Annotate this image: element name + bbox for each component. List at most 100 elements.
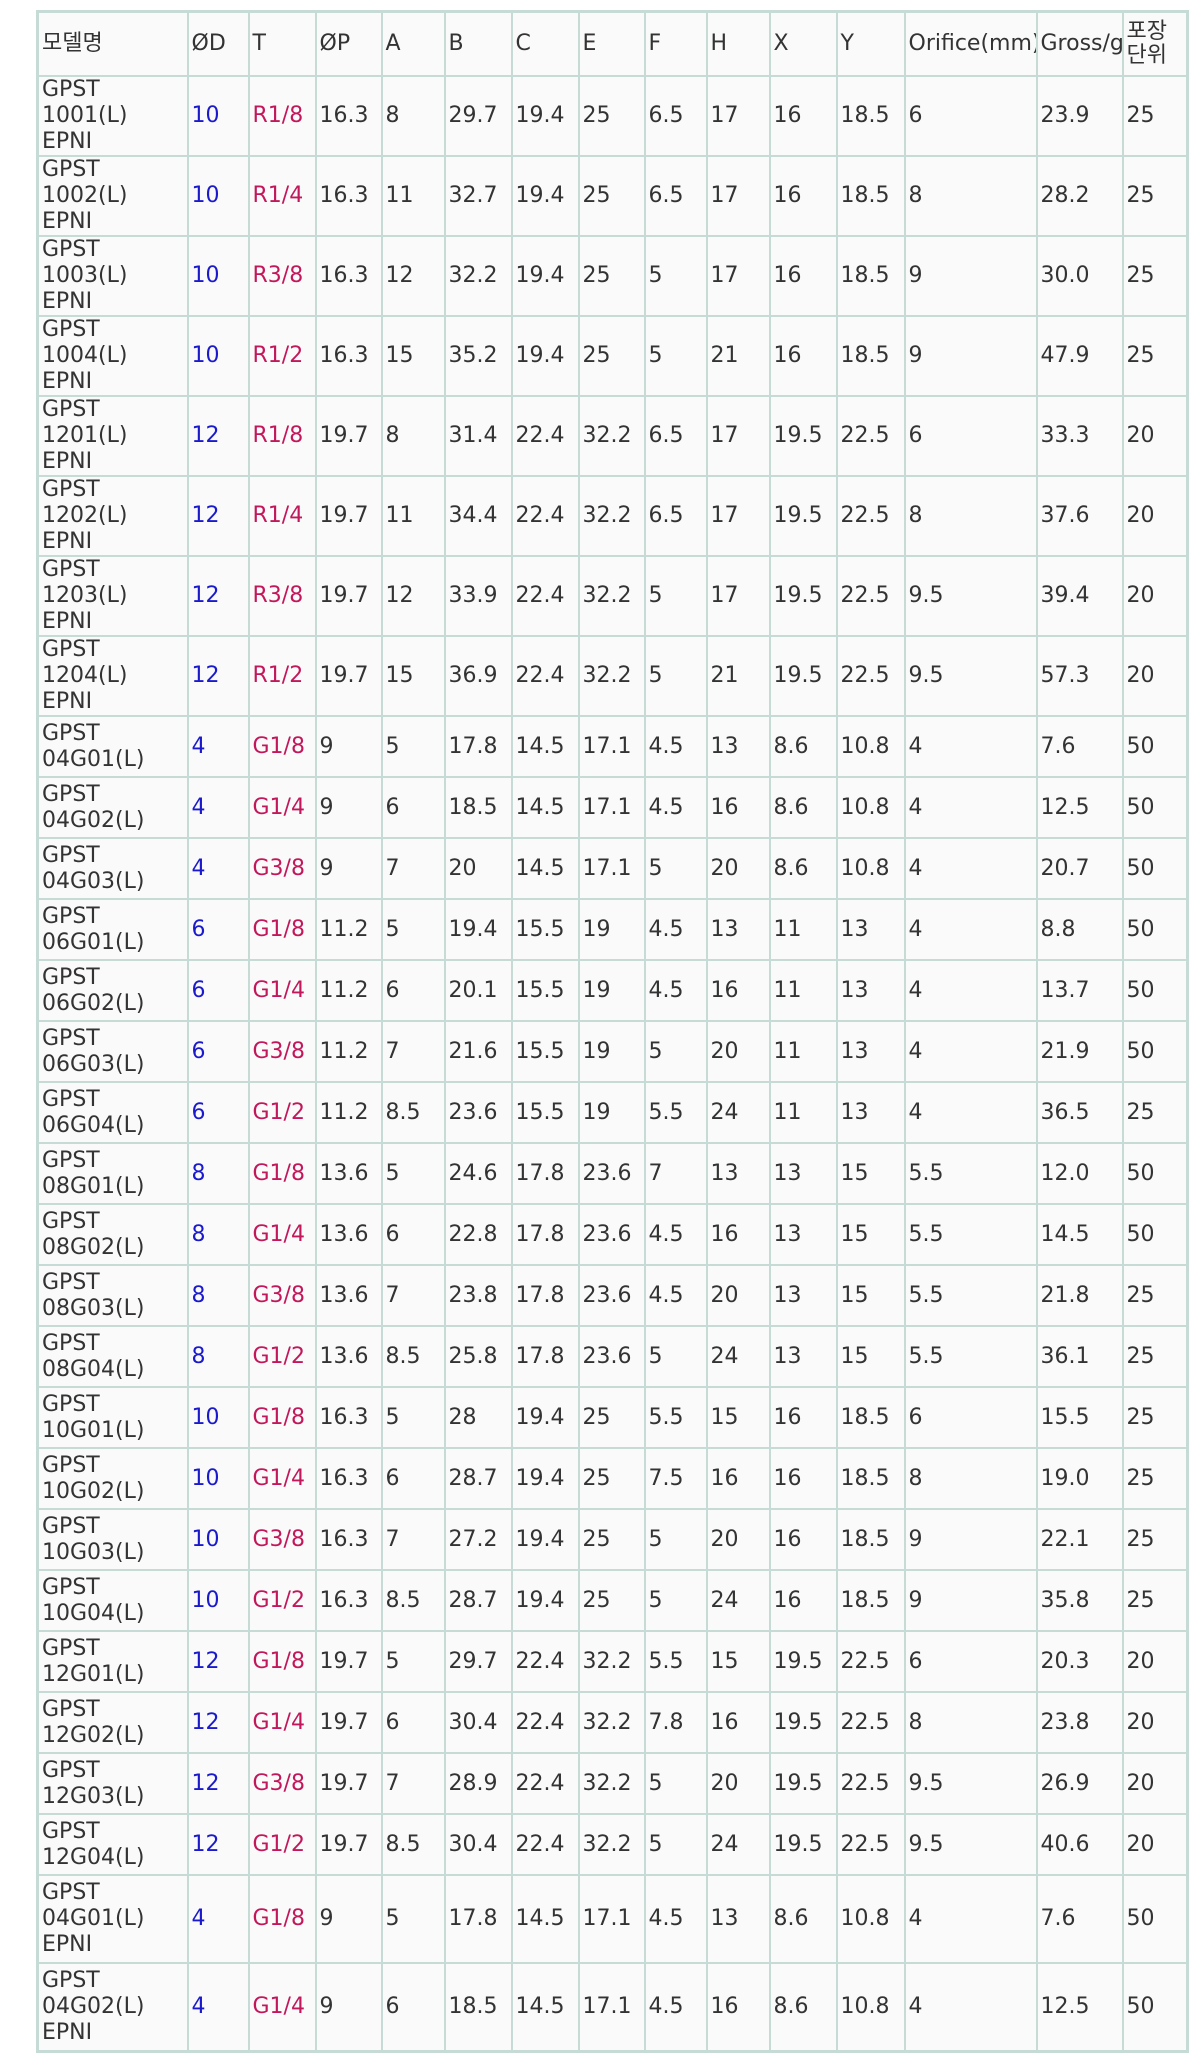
cell-od: 8	[186, 1142, 250, 1205]
cell-a: 6	[380, 959, 446, 1022]
cell-od: 12	[186, 1813, 250, 1876]
cell-y: 22.5	[835, 1630, 906, 1693]
cell-orifice: 5.5	[903, 1203, 1038, 1266]
table-row: GPST 06G03(L) 6 G3/8 11.2 7 21.6 15.5 19 5 20 11 13…	[36, 1020, 1189, 1083]
cell-x: 16	[768, 1569, 838, 1632]
cell-thread: G1/4	[247, 776, 317, 839]
cell-f: 4.5	[643, 1203, 708, 1266]
cell-y: 18.5	[835, 1508, 906, 1571]
table-row: GPST 04G01(L) 4 G1/8 9 5 17.8 14.5 17.1 4.5 13 8.6…	[36, 715, 1189, 778]
cell-orifice: 8	[903, 1691, 1038, 1754]
cell-thread: G1/8	[247, 1142, 317, 1205]
cell-op: 9	[314, 715, 383, 778]
cell-gross: 22.1	[1035, 1508, 1124, 1571]
table-row: GPST 12G02(L) 12 G1/4 19.7 6 30.4 22.4 32.2 7.8 1…	[36, 1691, 1189, 1754]
cell-e: 25	[577, 315, 646, 397]
cell-thread: G1/4	[247, 1691, 317, 1754]
cell-e: 19	[577, 1020, 646, 1083]
cell-e: 25	[577, 1447, 646, 1510]
cell-model: GPST 1204(L) EPNI	[36, 635, 189, 717]
cell-thread: G3/8	[247, 1020, 317, 1083]
cell-y: 18.5	[835, 235, 906, 317]
cell-gross: 14.5	[1035, 1203, 1124, 1266]
cell-model: GPST 08G03(L)	[36, 1264, 189, 1327]
cell-thread: G1/8	[247, 1874, 317, 1964]
cell-gross: 12.0	[1035, 1142, 1124, 1205]
cell-od: 8	[186, 1264, 250, 1327]
cell-y: 15	[835, 1325, 906, 1388]
cell-a: 5	[380, 715, 446, 778]
cell-thread: G1/4	[247, 959, 317, 1022]
cell-f: 5	[643, 1752, 708, 1815]
cell-a: 6	[380, 1962, 446, 2052]
cell-orifice: 9.5	[903, 1752, 1038, 1815]
cell-gross: 20.3	[1035, 1630, 1124, 1693]
cell-h: 17	[705, 475, 771, 557]
cell-x: 16	[768, 1447, 838, 1510]
cell-op: 13.6	[314, 1325, 383, 1388]
cell-op: 11.2	[314, 898, 383, 961]
cell-thread: G1/8	[247, 1386, 317, 1449]
cell-orifice: 9.5	[903, 1813, 1038, 1876]
cell-h: 13	[705, 715, 771, 778]
cell-op: 16.3	[314, 315, 383, 397]
header-row: 모델명 ØD T ØP A B C E F H X Y Orifice(mm) Gross/g 포장단위	[36, 10, 1189, 77]
cell-f: 4.5	[643, 776, 708, 839]
cell-gross: 33.3	[1035, 395, 1124, 477]
cell-b: 27.2	[443, 1508, 513, 1571]
cell-e: 17.1	[577, 1962, 646, 2052]
cell-b: 28.7	[443, 1447, 513, 1510]
cell-model: GPST 04G02(L) EPNI	[36, 1962, 189, 2052]
spec-table-container: 모델명 ØD T ØP A B C E F H X Y Orifice(mm) Gross/g 포장단위 G…	[36, 10, 1189, 2053]
table-row: GPST 08G04(L) 8 G1/2 13.6 8.5 25.8 17.8 23.6 5 24…	[36, 1325, 1189, 1388]
cell-thread: G1/8	[247, 715, 317, 778]
cell-e: 17.1	[577, 715, 646, 778]
cell-pack: 50	[1121, 1874, 1189, 1964]
cell-orifice: 4	[903, 1874, 1038, 1964]
table-row: GPST 1201(L) EPNI 12 R1/8 19.7 8 31.4 22.4 32.2…	[36, 395, 1189, 477]
cell-y: 22.5	[835, 635, 906, 717]
cell-orifice: 5.5	[903, 1264, 1038, 1327]
cell-od: 8	[186, 1325, 250, 1388]
header-f: F	[643, 10, 708, 77]
cell-op: 16.3	[314, 1569, 383, 1632]
cell-b: 18.5	[443, 1962, 513, 2052]
cell-a: 7	[380, 1752, 446, 1815]
cell-gross: 8.8	[1035, 898, 1124, 961]
cell-op: 19.7	[314, 1630, 383, 1693]
cell-a: 8.5	[380, 1325, 446, 1388]
cell-h: 16	[705, 1447, 771, 1510]
cell-od: 4	[186, 1962, 250, 2052]
cell-op: 16.3	[314, 75, 383, 157]
cell-a: 7	[380, 1264, 446, 1327]
cell-x: 8.6	[768, 776, 838, 839]
cell-gross: 57.3	[1035, 635, 1124, 717]
cell-a: 11	[380, 155, 446, 237]
cell-gross: 7.6	[1035, 715, 1124, 778]
cell-f: 4.5	[643, 1874, 708, 1964]
cell-a: 15	[380, 635, 446, 717]
table-row: GPST 1002(L) EPNI 10 R1/4 16.3 11 32.7 19.4 25 6…	[36, 155, 1189, 237]
cell-gross: 23.8	[1035, 1691, 1124, 1754]
cell-y: 13	[835, 959, 906, 1022]
cell-thread: G1/4	[247, 1203, 317, 1266]
cell-a: 5	[380, 898, 446, 961]
cell-x: 16	[768, 315, 838, 397]
cell-op: 11.2	[314, 1020, 383, 1083]
cell-y: 18.5	[835, 1447, 906, 1510]
cell-y: 18.5	[835, 1386, 906, 1449]
cell-y: 13	[835, 898, 906, 961]
cell-orifice: 4	[903, 776, 1038, 839]
cell-f: 4.5	[643, 1264, 708, 1327]
table-row: GPST 06G02(L) 6 G1/4 11.2 6 20.1 15.5 19 4.5 16 11…	[36, 959, 1189, 1022]
cell-h: 16	[705, 1203, 771, 1266]
table-row: GPST 04G02(L) 4 G1/4 9 6 18.5 14.5 17.1 4.5 16 8.6…	[36, 776, 1189, 839]
cell-x: 19.5	[768, 1630, 838, 1693]
cell-h: 17	[705, 155, 771, 237]
cell-od: 12	[186, 1752, 250, 1815]
cell-a: 8	[380, 395, 446, 477]
cell-h: 13	[705, 1142, 771, 1205]
cell-e: 23.6	[577, 1325, 646, 1388]
cell-gross: 39.4	[1035, 555, 1124, 637]
cell-y: 10.8	[835, 837, 906, 900]
